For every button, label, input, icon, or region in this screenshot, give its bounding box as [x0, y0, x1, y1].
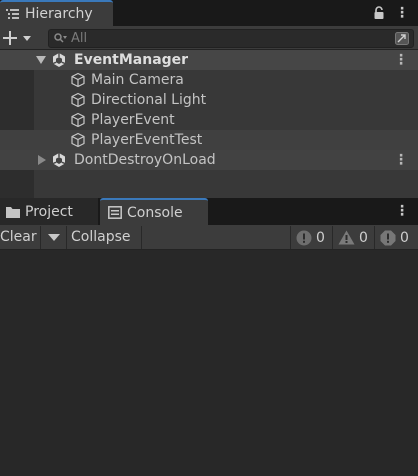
scene-name: DontDestroyOnLoad: [74, 152, 216, 168]
unity-scene-icon: [52, 153, 66, 167]
warning-count: 0: [359, 229, 368, 246]
error-count: 0: [400, 229, 409, 246]
scene-menu-icon[interactable]: ⋮: [394, 50, 408, 70]
hierarchy-item-playerevent[interactable]: PlayerEvent: [0, 110, 418, 130]
error-icon: [380, 230, 396, 245]
tab-project[interactable]: Project: [0, 198, 98, 225]
scene-name: EventManager: [74, 52, 189, 68]
search-placeholder: All: [71, 31, 88, 46]
expand-arrow-down-icon[interactable]: [36, 56, 46, 64]
toolbar-divider: [290, 226, 291, 249]
toolbar-divider: [374, 226, 375, 249]
search-input[interactable]: All: [48, 29, 414, 48]
toolbar-divider: [141, 226, 142, 249]
gameobject-cube-icon: [71, 132, 85, 148]
gameobject-cube-icon: [71, 92, 85, 108]
toolbar-divider: [40, 226, 41, 249]
info-icon: [296, 230, 312, 245]
console-menu-icon[interactable]: ⋮: [395, 198, 409, 225]
lock-icon[interactable]: [373, 6, 385, 20]
warning-icon: [338, 230, 355, 245]
hierarchy-item-label: PlayerEvent: [91, 112, 175, 128]
hierarchy-menu-icon[interactable]: ⋮: [395, 0, 409, 26]
toolbar-divider: [332, 226, 333, 249]
error-count-toggle[interactable]: 0: [380, 226, 409, 249]
tab-hierarchy[interactable]: Hierarchy: [0, 0, 113, 26]
unity-scene-icon: [52, 53, 66, 67]
gameobject-cube-icon: [71, 72, 85, 88]
collapse-button[interactable]: Collapse: [71, 226, 131, 249]
hierarchy-tab-label: Hierarchy: [25, 6, 93, 22]
toolbar-divider: [66, 226, 67, 249]
add-dropdown-icon[interactable]: [3, 31, 35, 45]
scene-row-dontdestroyonload[interactable]: DontDestroyOnLoad ⋮: [0, 150, 418, 170]
clear-options-dropdown-icon[interactable]: [48, 234, 60, 241]
expand-arrow-right-icon[interactable]: [38, 155, 46, 165]
console-icon: [108, 206, 122, 219]
scene-row-eventmanager[interactable]: EventManager ⋮: [0, 50, 418, 70]
clear-button[interactable]: Clear: [0, 226, 37, 249]
search-options-icon[interactable]: [395, 32, 409, 45]
hierarchy-item-label: PlayerEventTest: [91, 132, 203, 148]
hierarchy-item-playereventtest[interactable]: PlayerEventTest: [0, 130, 418, 150]
hierarchy-item-label: Directional Light: [91, 92, 207, 108]
search-icon: [54, 33, 67, 43]
console-log-area[interactable]: [0, 250, 418, 476]
console-tab-label: Console: [127, 204, 183, 221]
folder-icon: [6, 206, 20, 218]
hierarchy-item-label: Main Camera: [91, 72, 184, 88]
info-count-toggle[interactable]: 0: [296, 226, 325, 249]
scene-menu-icon[interactable]: ⋮: [394, 150, 408, 170]
hierarchy-item-directional-light[interactable]: Directional Light: [0, 90, 418, 110]
warning-count-toggle[interactable]: 0: [338, 226, 368, 249]
hierarchy-item-main-camera[interactable]: Main Camera: [0, 70, 418, 90]
gameobject-cube-icon: [71, 112, 85, 128]
hierarchy-list-icon: [6, 9, 19, 19]
tab-console[interactable]: Console: [100, 198, 208, 225]
project-tab-label: Project: [25, 203, 73, 220]
info-count: 0: [316, 229, 325, 246]
